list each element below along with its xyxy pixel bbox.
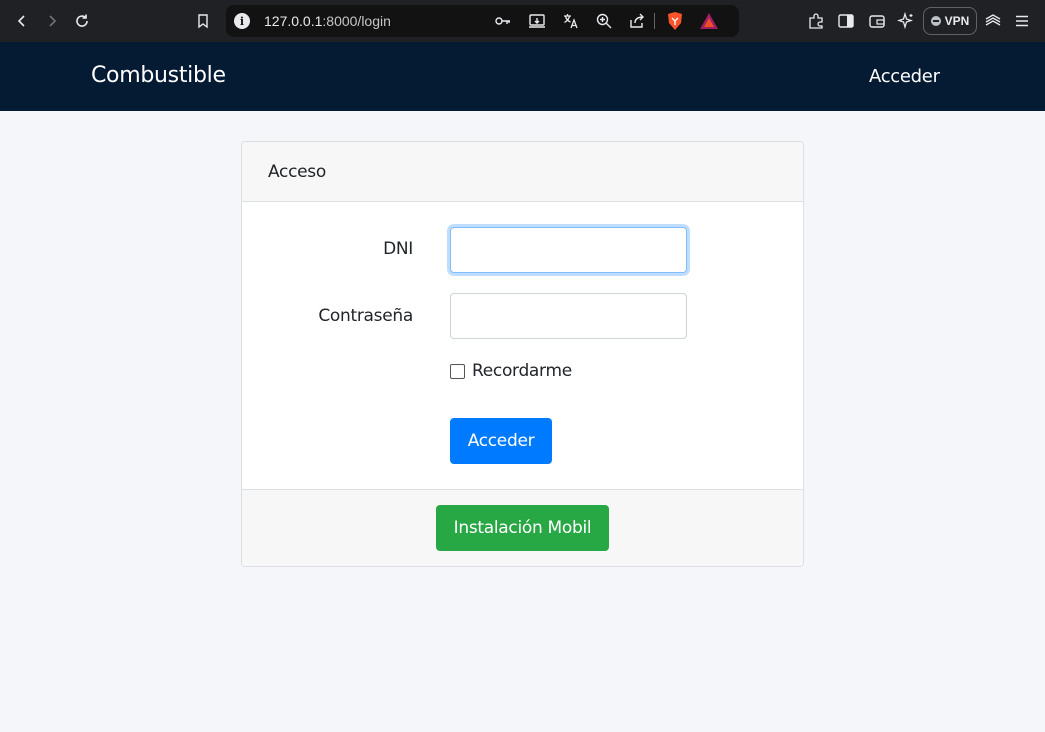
url-separator: [654, 13, 655, 29]
address-bar[interactable]: i 127.0.0.1:8000/login: [226, 5, 739, 37]
leo-ai-icon[interactable]: [894, 9, 918, 33]
extensions-icon[interactable]: [804, 9, 828, 33]
vpn-label: VPN: [944, 14, 970, 28]
forward-icon[interactable]: [40, 9, 64, 33]
login-nav-link[interactable]: Acceder: [869, 66, 940, 87]
dni-input[interactable]: [450, 227, 687, 273]
app-navbar: Combustible Acceder: [0, 42, 1045, 111]
url-text[interactable]: 127.0.0.1:8000/login: [264, 13, 391, 29]
wallet-icon[interactable]: [865, 9, 889, 33]
card-header: Acceso: [242, 142, 803, 202]
bookmark-icon[interactable]: [191, 9, 215, 33]
brave-rewards-icon[interactable]: [699, 11, 719, 31]
vpn-status-icon: [930, 16, 941, 26]
url-host: 127.0.0.1: [264, 13, 323, 29]
password-key-icon[interactable]: [493, 11, 513, 31]
card-footer: Instalación Mobil: [242, 489, 803, 566]
back-icon[interactable]: [10, 9, 34, 33]
install-app-icon[interactable]: [527, 11, 547, 31]
remember-checkbox[interactable]: [450, 363, 465, 379]
reload-icon[interactable]: [70, 9, 94, 33]
login-card: Acceso DNI Contraseña Recordarme Acceder…: [241, 141, 804, 567]
menu-icon[interactable]: [1010, 9, 1034, 33]
card-title: Acceso: [268, 162, 326, 182]
sidebar-icon[interactable]: [834, 9, 858, 33]
translate-icon[interactable]: [561, 11, 581, 31]
share-icon[interactable]: [627, 11, 647, 31]
brave-news-icon[interactable]: [981, 9, 1005, 33]
browser-toolbar: i 127.0.0.1:8000/login VPN: [0, 0, 1045, 42]
brand-link[interactable]: Combustible: [91, 63, 226, 88]
remember-label[interactable]: Recordarme: [472, 361, 572, 381]
remember-row: Recordarme: [450, 361, 572, 381]
zoom-icon[interactable]: [594, 11, 614, 31]
brave-shields-icon[interactable]: [665, 11, 685, 31]
site-info-icon[interactable]: i: [234, 13, 250, 29]
password-input[interactable]: [450, 293, 687, 339]
vpn-button[interactable]: VPN: [923, 7, 977, 35]
url-path: :8000/login: [322, 13, 391, 29]
install-mobile-button[interactable]: Instalación Mobil: [436, 505, 609, 551]
login-submit-button[interactable]: Acceder: [450, 418, 552, 464]
dni-label: DNI: [383, 239, 413, 259]
password-label: Contraseña: [318, 306, 413, 326]
